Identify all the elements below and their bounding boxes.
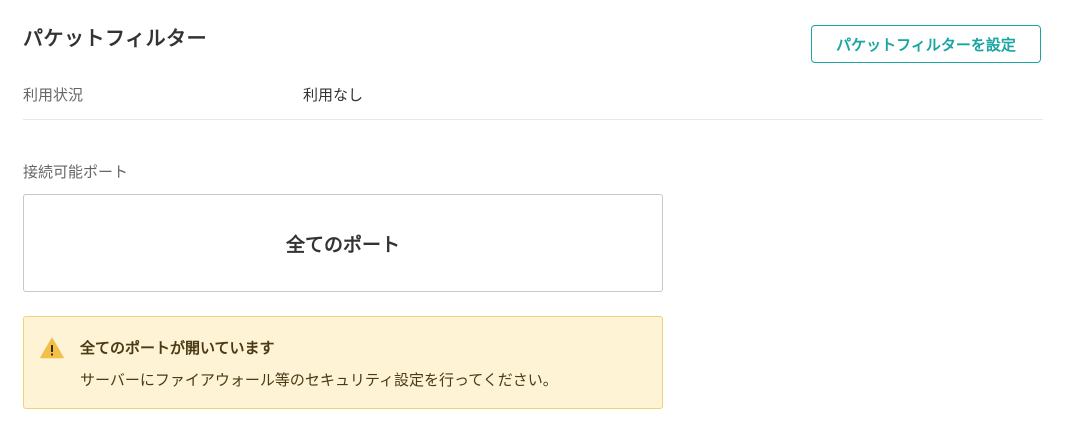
warning-message: サーバーにファイアウォール等のセキュリティ設定を行ってください。 — [80, 371, 558, 389]
usage-status-value: 利用なし — [303, 86, 364, 104]
usage-status-row: 利用状況 利用なし — [23, 80, 1043, 120]
ports-heading: 接続可能ポート — [23, 163, 129, 181]
warning-alert: 全てのポートが開いています サーバーにファイアウォール等のセキュリティ設定を行っ… — [23, 316, 663, 409]
ports-box: 全てのポート — [23, 194, 663, 292]
ports-value: 全てのポート — [285, 233, 400, 256]
warning-triangle-icon — [40, 337, 64, 359]
set-packet-filter-button[interactable]: パケットフィルターを設定 — [811, 25, 1041, 63]
warning-title: 全てのポートが開いています — [80, 339, 275, 357]
usage-status-label: 利用状況 — [23, 86, 84, 104]
page-title: パケットフィルター — [23, 26, 208, 50]
